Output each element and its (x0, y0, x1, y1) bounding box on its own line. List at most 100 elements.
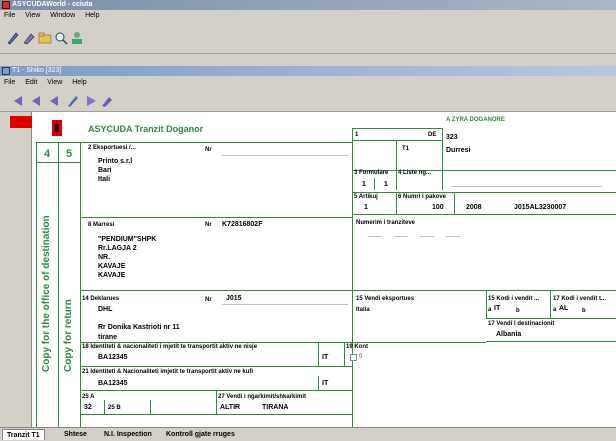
pakove-label: 6 Numri i pakove (398, 194, 447, 200)
document-toolbar (0, 88, 616, 112)
menu-help[interactable]: Help (85, 12, 99, 19)
tab-kontroll-gjate-rruges[interactable]: Kontroll gjate rruges (162, 429, 239, 440)
export-country-value[interactable]: Italia (356, 307, 370, 313)
box1-label: 1 (355, 132, 359, 138)
box18-country[interactable]: IT (322, 354, 328, 361)
doc-menu-view[interactable]: View (47, 79, 62, 86)
declarant-nr-value[interactable]: J015 (226, 295, 242, 302)
document-window-title-bar: T1 - Shiko [323] (0, 66, 616, 76)
copy-number-4: 4 (44, 148, 51, 160)
exporter-line-3[interactable]: Itali (98, 176, 110, 183)
copy-number-5: 5 (66, 148, 73, 160)
document-window-title: T1 - Shiko [323] (12, 67, 62, 74)
tab-tranzit-t1[interactable]: Tranzit T1 (2, 429, 45, 440)
copy-destination-label: Copy for the office of destination (41, 215, 52, 372)
formulare-value-2[interactable]: 1 (384, 181, 388, 188)
consignee-nr-value[interactable]: K72816802F (222, 221, 262, 228)
pakove-value[interactable]: 100 (432, 204, 444, 211)
consignee-line-3[interactable]: NR. (98, 254, 110, 261)
menu-window[interactable]: Window (50, 12, 75, 19)
pen-icon[interactable] (6, 31, 20, 45)
declarant-line-3[interactable]: Rr Donika Kastrioti nr 11 (98, 324, 180, 331)
red-marker (10, 116, 32, 128)
doc-menu-file[interactable]: File (4, 79, 15, 86)
app-toolbar (0, 22, 616, 54)
box21-value[interactable]: BA12345 (98, 380, 128, 387)
declarant-line-4[interactable]: tirane (98, 334, 117, 341)
code17-a-prefix: a (553, 307, 557, 313)
destination-value[interactable]: Albania (496, 331, 521, 338)
box18-value[interactable]: BA12345 (98, 354, 128, 361)
declarant-line-1[interactable]: DHL (98, 306, 112, 313)
edit-record-icon[interactable] (66, 94, 80, 108)
box27-label: 27 Vendi i ngarkimit/shkarkimit (218, 394, 307, 400)
formulare-value-1[interactable]: 1 (362, 181, 366, 188)
user-icon[interactable] (70, 31, 84, 45)
document-menu-bar: File Edit View Help (0, 77, 616, 88)
app-icon (2, 1, 10, 9)
tab-shtese[interactable]: Shtese (60, 429, 91, 440)
box27-name[interactable]: TIRANA (262, 404, 288, 411)
app-title: ASYCUDAWorld - cciuta (12, 1, 93, 8)
box19-checkbox[interactable] (350, 354, 357, 361)
box1-value[interactable]: T1 (402, 146, 409, 152)
doc-menu-edit[interactable]: Edit (25, 79, 37, 86)
liste-label: 4 Liste ng... (398, 170, 432, 176)
box18-label: 18 Identiteti & nacionaliteti i mjetit t… (82, 344, 258, 350)
office-label: A ZYRA DOGANORE (446, 117, 505, 123)
form-tab-bar: Tranzit T1 Shtese N.I. Inspection Kontro… (0, 427, 616, 440)
menu-file[interactable]: File (4, 12, 15, 19)
pakove-reference[interactable]: J015AL3230007 (514, 204, 566, 211)
declarant-label: 14 Deklarues (82, 296, 120, 302)
formulare-label: 3 Formulare (354, 170, 389, 176)
box25-sub-label: 25 B (108, 405, 121, 411)
consignee-line-4[interactable]: KAVAJE (98, 263, 125, 270)
first-record-icon[interactable] (12, 94, 26, 108)
code15-b-label: b (516, 308, 520, 314)
consignee-line-5[interactable]: KAVAJE (98, 272, 125, 279)
box27-code[interactable]: ALTIR (220, 404, 240, 411)
folder-icon[interactable] (38, 31, 52, 45)
copy-return-label: Copy for return (63, 299, 74, 372)
box1-de-label: DE (428, 132, 437, 138)
search-icon[interactable] (54, 31, 68, 45)
code17-label: 17 Kodi i vendit t... (553, 296, 607, 302)
exporter-label: 2 Eksportuesi /... (88, 145, 136, 151)
code17-b-label: b (582, 308, 586, 314)
box21-country[interactable]: IT (322, 380, 328, 387)
code15-label: 15 Kodi i vendit ... (488, 296, 540, 302)
office-code[interactable]: 323 (446, 134, 458, 141)
tab-ni-inspection[interactable]: N.I. Inspection (100, 429, 156, 440)
box19-label: 19 Kont (346, 344, 369, 350)
artikuj-label: 5 Artikuj (354, 194, 378, 200)
office-name[interactable]: Durresi (446, 147, 471, 154)
document-icon (2, 67, 10, 75)
artikuj-value[interactable]: 1 (364, 204, 368, 211)
exporter-line-2[interactable]: Bari (98, 167, 112, 174)
asycuda-logo-icon (52, 120, 62, 136)
play-icon[interactable] (84, 94, 98, 108)
code15-a-value[interactable]: IT (494, 305, 500, 312)
edit-icon[interactable] (22, 31, 36, 45)
form-header: ASYCUDA Tranzit Doganor (88, 124, 204, 134)
doc-menu-help[interactable]: Help (72, 79, 86, 86)
consignee-line-1[interactable]: "PENDIUM"SHPK (98, 236, 156, 243)
destination-label: 17 Vendi i destinacionit (488, 321, 555, 327)
exporter-line-1[interactable]: Printo s.r.l (98, 158, 132, 165)
next-record-icon[interactable] (48, 94, 62, 108)
declaration-form: ASYCUDA Tranzit Doganor 4 5 Copy for the… (0, 112, 616, 427)
box25-value[interactable]: 32 (84, 404, 92, 411)
previous-record-icon[interactable] (30, 94, 44, 108)
export-country-label: 15 Vendi eksportues (356, 296, 415, 302)
consignee-line-2[interactable]: Rr.LAGJA 2 (98, 245, 137, 252)
menu-view[interactable]: View (25, 12, 40, 19)
declarant-nr-label: Nr (205, 297, 212, 303)
code15-a-prefix: a (488, 307, 492, 313)
box25-label: 25 A (82, 394, 95, 400)
box21-label: 21 Identiteti & Nacionaliteti imjetit te… (82, 369, 254, 375)
consignee-label: 8 Marresi (88, 222, 115, 228)
pakove-year[interactable]: 2008 (466, 204, 482, 211)
code17-a-value[interactable]: AL (559, 305, 568, 312)
validate-icon[interactable] (100, 94, 114, 108)
app-menu-bar: File View Window Help (0, 10, 616, 22)
